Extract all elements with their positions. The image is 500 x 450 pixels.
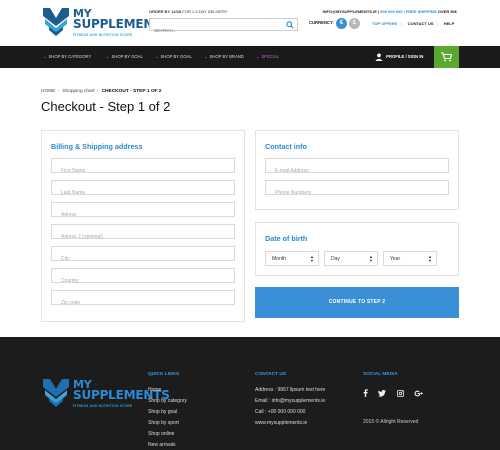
copyright: 2015 © Allright Reserved	[363, 419, 419, 425]
order-note-bold: ORDER BY 12/18	[149, 9, 182, 14]
dob-title: Date of birth	[265, 234, 308, 243]
breadcrumb-home[interactable]: HOME	[41, 89, 55, 94]
select-arrows-icon: ▲ ▼	[310, 254, 314, 263]
city-field	[51, 246, 235, 266]
search-icon[interactable]	[286, 21, 294, 29]
contact-panel: Contact info	[255, 130, 459, 210]
cart-icon	[441, 52, 452, 62]
top-offers-link[interactable]: TOP OFFERS	[372, 21, 397, 26]
top-links: TOP OFFERS | CONTACT US | HELP	[372, 21, 455, 26]
currency-eur-button[interactable]: €	[336, 18, 347, 29]
contact-us-list: Address : 9867 lipsum text here Email : …	[255, 385, 325, 429]
signin-link[interactable]: PROFILE / SIGN IN	[375, 53, 423, 61]
day-value: Day	[331, 256, 340, 262]
month-value: Month	[272, 256, 286, 262]
social-icons	[363, 384, 430, 402]
country-input[interactable]	[52, 274, 234, 288]
nav-item-shop-by-goal[interactable]: ⌄ SHOP BY GOAL	[106, 54, 143, 59]
quick-links-list: Home Shop by category Shop by goal Shop …	[148, 385, 187, 450]
instagram-icon[interactable]	[396, 384, 404, 402]
breadcrumb-cart[interactable]: Shopping chart	[62, 89, 94, 94]
nav-item-shop-by-goal-2[interactable]: ⌄ SHOP BY GOAL	[155, 54, 192, 59]
continue-button[interactable]: CONTINUE TO STEP 2	[255, 287, 459, 318]
day-select[interactable]: Day ▲ ▼	[324, 251, 378, 266]
phone-input[interactable]	[266, 186, 448, 200]
search-box	[149, 18, 298, 36]
country-field	[51, 268, 235, 288]
signin-label: PROFILE / SIGN IN	[386, 54, 424, 60]
footer-website[interactable]: www.mysupplements.ie	[255, 418, 325, 429]
currency-gbp-button[interactable]: £	[349, 18, 360, 29]
contact-title: Contact info	[265, 142, 307, 151]
zip-code-field	[51, 290, 235, 310]
order-note-rest: FOR 1-3 DAY DELIVERY	[182, 9, 228, 14]
facebook-icon[interactable]	[363, 384, 368, 402]
footer-logo[interactable]: MY SUPPLEMENTS FITNESS AND NUTRITION STO…	[41, 377, 170, 411]
phone-field	[265, 180, 449, 200]
google-plus-icon[interactable]	[414, 384, 424, 402]
select-arrows-icon: ▲ ▼	[428, 254, 432, 263]
last-name-input[interactable]	[52, 186, 234, 200]
footer-link-new-arrivals[interactable]: New arrivals	[148, 440, 187, 450]
logo-tagline: FITNESS AND NUTRITION STORE	[73, 33, 133, 37]
breadcrumb: HOME › Shopping chart › CHECKOUT - STEP 1 …	[41, 89, 162, 94]
info-shipping-rest: OVER 50€	[437, 9, 457, 14]
footer-address: Address : 9867 lipsum text here	[255, 387, 326, 393]
footer-link-shop-by-goal[interactable]: Shop by goal	[148, 407, 187, 418]
email-field	[265, 158, 449, 178]
page-title: Checkout - Step 1 of 2	[41, 99, 171, 114]
info-email[interactable]: INFO@MYSUPPLEMENTS.IE	[323, 9, 377, 14]
address-field	[51, 202, 235, 222]
year-value: Year	[390, 256, 401, 262]
search-input[interactable]	[150, 25, 280, 36]
address-input[interactable]	[52, 208, 234, 222]
footer-phone[interactable]: Call : +00 000 000 000	[255, 407, 325, 418]
address2-input[interactable]	[52, 230, 234, 244]
user-icon	[375, 53, 383, 61]
help-link[interactable]: HELP	[444, 21, 455, 26]
zip-code-input[interactable]	[52, 296, 234, 310]
twitter-icon[interactable]	[378, 384, 387, 402]
currency-label: CURRENCY:	[309, 20, 334, 25]
email-input[interactable]	[266, 164, 448, 178]
contact-us-link[interactable]: CONTACT US	[408, 21, 434, 26]
logo-mark-icon	[43, 8, 69, 36]
first-name-field	[51, 158, 235, 178]
billing-panel: Billing & Shipping address	[41, 130, 245, 322]
logo-mark-icon	[43, 379, 69, 407]
city-input[interactable]	[52, 252, 234, 266]
social-media-title: SOCIAL MEDIA	[363, 372, 398, 377]
select-arrows-icon: ▲ ▼	[369, 254, 373, 263]
main-nav: ⌄ SHOP BY CATEGORY ⌄ SHOP BY GOAL ⌄ SHOP BY…	[0, 46, 500, 68]
footer-logo-tagline: FITNESS AND NUTRITION STORE	[73, 404, 133, 408]
info-line: INFO@MYSUPPLEMENTS.IE | 000 000 000 / FR…	[322, 9, 457, 14]
footer-email[interactable]: Email : info@mysupplements.ie	[255, 396, 325, 407]
site-logo[interactable]: MY SUPPLEMENTS FITNESS AND NUTRITION STO…	[41, 6, 170, 38]
breadcrumb-current: CHECKOUT - STEP 1 OF 2	[101, 89, 162, 94]
cart-button[interactable]	[434, 46, 459, 68]
month-select[interactable]: Month ▲ ▼	[265, 251, 319, 266]
nav-item-special[interactable]: ⌄ SPECIAL	[256, 54, 279, 59]
info-phone[interactable]: 000 000 000	[380, 9, 402, 14]
footer-link-shop-online[interactable]: Shop online	[148, 429, 187, 440]
contact-us-title: CONTACT US	[255, 372, 287, 377]
footer-link-shop-by-sport[interactable]: Shop by sport	[148, 418, 187, 429]
dob-panel: Date of birth Month ▲ ▼ Day ▲ ▼ Year ▲ ▼	[255, 222, 459, 276]
nav-item-shop-by-brand[interactable]: ⌄ SHOP BY BRAND	[204, 54, 244, 59]
footer-link-shop-by-category[interactable]: Shop by category	[148, 396, 187, 407]
site-footer: MY SUPPLEMENTS FITNESS AND NUTRITION STO…	[0, 337, 500, 450]
year-select[interactable]: Year ▲ ▼	[383, 251, 437, 266]
address2-field	[51, 224, 235, 244]
billing-title: Billing & Shipping address	[51, 142, 143, 151]
info-shipping: FREE SHIPPING	[405, 9, 437, 14]
last-name-field	[51, 180, 235, 200]
quick-links-title: QUICK LINKS	[148, 372, 180, 377]
footer-link-home[interactable]: Home	[148, 385, 187, 396]
site-header: MY SUPPLEMENTS FITNESS AND NUTRITION STO…	[0, 0, 500, 46]
nav-item-shop-by-category[interactable]: ⌄ SHOP BY CATEGORY	[43, 54, 91, 59]
order-note: ORDER BY 12/18 FOR 1-3 DAY DELIVERY	[149, 9, 227, 14]
first-name-input[interactable]	[52, 164, 234, 178]
